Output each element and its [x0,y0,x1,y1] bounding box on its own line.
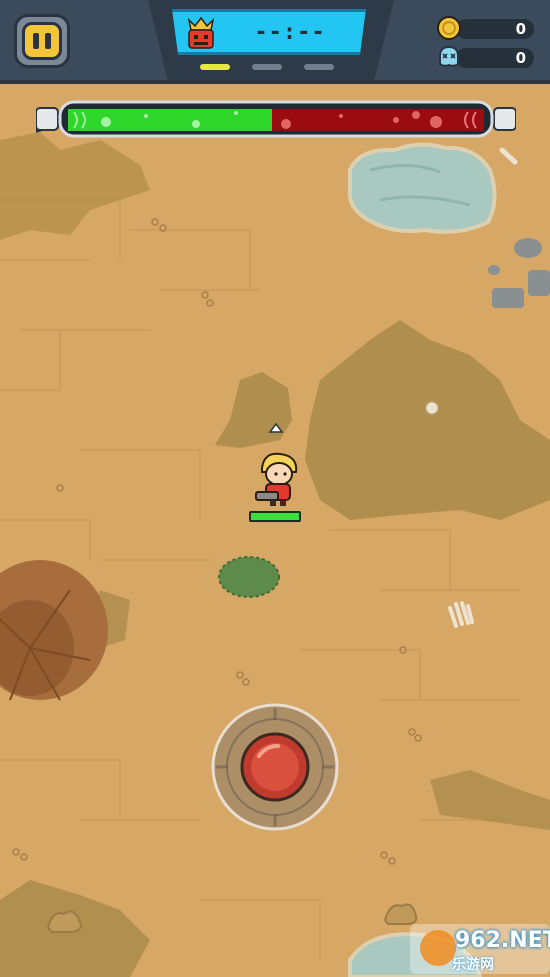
skull-icon [439,45,459,67]
watermark-brand: 962.NET [455,928,550,953]
wave-dot-3 [304,64,334,70]
kill-counter: 0 [436,45,536,68]
player-character [255,452,298,506]
coin-counter: 0 [436,16,536,40]
boss-crown-icon [187,16,215,49]
wave-dot-1 [200,64,230,70]
watermark-sub: 乐游网 [452,957,494,973]
coin-icon [437,16,461,40]
aim-direction-icon [268,422,284,433]
coin-count: 0 [515,20,526,38]
player-side-bar [68,109,272,131]
player-health-fill [251,513,299,520]
virtual-joystick[interactable] [210,702,340,832]
boss-side-bar [272,109,484,131]
wave-dot-2 [252,64,282,70]
boss-health-bar [36,100,516,138]
wave-indicator [200,64,340,72]
player-health-bar [249,511,301,522]
pause-button[interactable] [14,14,70,68]
timer-text: --:-- [254,20,326,45]
pause-icon [22,22,62,60]
kill-count: 0 [515,49,526,67]
